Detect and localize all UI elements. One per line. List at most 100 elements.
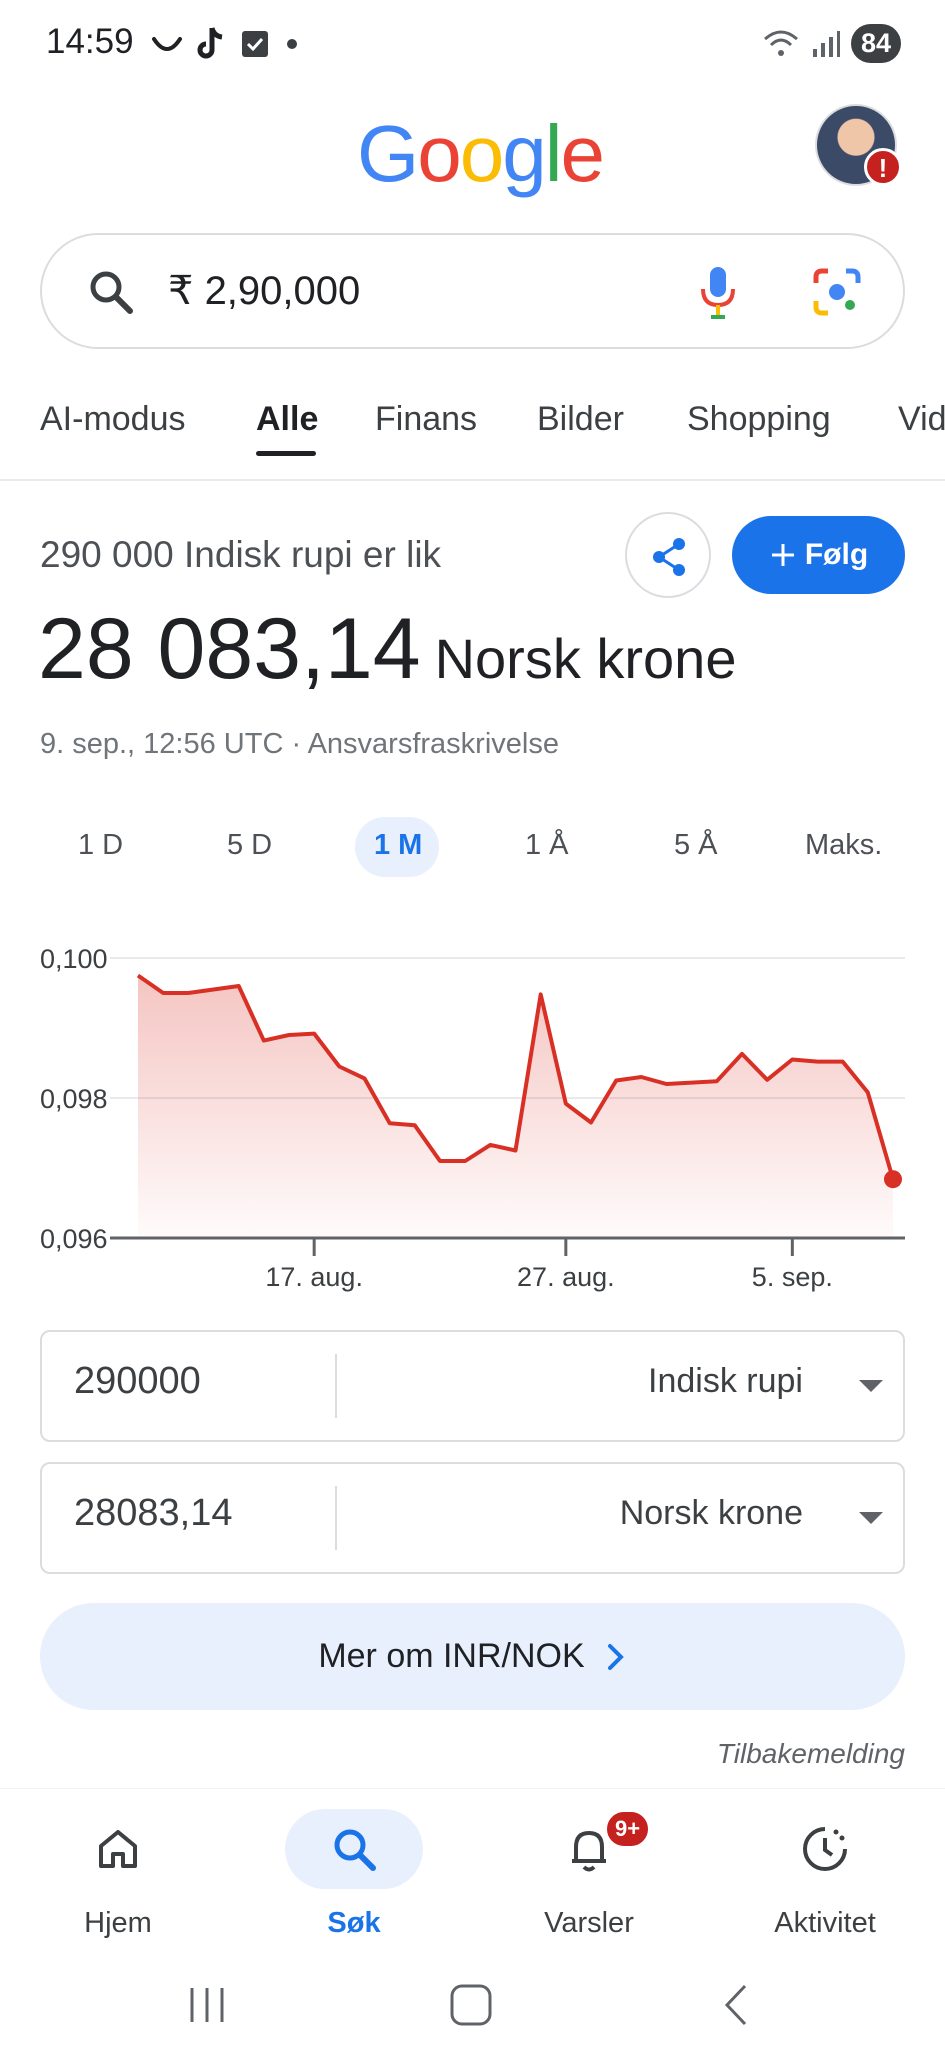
data-point[interactable] bbox=[312, 1032, 316, 1036]
to-currency-select[interactable]: Norsk krone bbox=[620, 1494, 803, 1533]
share-button[interactable] bbox=[625, 512, 711, 598]
follow-button[interactable]: Følg bbox=[732, 516, 905, 594]
mic-icon[interactable] bbox=[698, 265, 738, 321]
nav-search[interactable]: Søk bbox=[254, 1809, 454, 1940]
data-point[interactable] bbox=[262, 1039, 266, 1043]
data-point[interactable] bbox=[438, 1159, 442, 1163]
result-timestamp: 9. sep., 12:56 UTC bbox=[40, 728, 284, 760]
nav-home[interactable]: Hjem bbox=[18, 1809, 218, 1940]
tab-finans[interactable]: Finans bbox=[375, 400, 477, 439]
notification-icons bbox=[150, 26, 302, 62]
tab-ai-modus[interactable]: AI-modus bbox=[40, 400, 186, 439]
tab-bilder[interactable]: Bilder bbox=[537, 400, 624, 439]
to-amount-input[interactable] bbox=[74, 1492, 314, 1535]
plus-icon bbox=[771, 544, 794, 566]
data-point[interactable] bbox=[136, 974, 140, 978]
y-tick-label: 0,098 bbox=[40, 1084, 108, 1114]
data-point[interactable] bbox=[765, 1078, 769, 1082]
data-point[interactable] bbox=[841, 1060, 845, 1064]
chevron-down-icon[interactable] bbox=[859, 1512, 883, 1524]
data-point[interactable] bbox=[488, 1143, 492, 1147]
chevron-down-icon[interactable] bbox=[859, 1380, 883, 1392]
system-navigation bbox=[190, 1984, 747, 2026]
data-point[interactable] bbox=[287, 1033, 291, 1037]
conversion-result: 28 083,14 Norsk krone bbox=[38, 600, 736, 699]
data-point[interactable] bbox=[715, 1079, 719, 1083]
feedback-link[interactable]: Tilbakemelding bbox=[717, 1738, 905, 1770]
data-point[interactable] bbox=[337, 1065, 341, 1069]
alert-icon: ! bbox=[864, 148, 902, 186]
data-point[interactable] bbox=[413, 1123, 417, 1127]
nav-activity[interactable]: Aktivitet bbox=[725, 1809, 925, 1940]
home-button[interactable] bbox=[450, 1984, 492, 2026]
data-point[interactable] bbox=[639, 1075, 643, 1079]
logo-letter: o bbox=[459, 109, 504, 198]
logo-letter: g bbox=[502, 109, 546, 198]
status-time: 14:59 bbox=[46, 22, 134, 61]
chevron-right-icon bbox=[607, 1643, 624, 1670]
result-unit: Norsk krone bbox=[434, 627, 737, 690]
data-point[interactable] bbox=[514, 1149, 518, 1153]
tab-alle[interactable]: Alle bbox=[256, 400, 318, 439]
meta-separator: · bbox=[283, 728, 308, 760]
data-point[interactable] bbox=[161, 991, 165, 995]
system-icons: 84 bbox=[761, 24, 901, 63]
data-point[interactable] bbox=[363, 1076, 367, 1080]
search-bar[interactable] bbox=[40, 233, 905, 349]
disclaimer-link[interactable]: Ansvarsfraskrivelse bbox=[308, 728, 559, 760]
bottom-nav: Hjem Søk 9+ Varsler Aktivitet bbox=[0, 1788, 945, 1958]
converter-to-row: Norsk krone bbox=[40, 1462, 905, 1574]
checkbox-icon bbox=[242, 31, 268, 57]
camera-lens-icon[interactable] bbox=[812, 267, 862, 317]
logo-letter: l bbox=[544, 109, 563, 198]
range-max[interactable]: Maks. bbox=[805, 829, 882, 862]
current-value-dot bbox=[884, 1170, 902, 1189]
x-tick-label: 5. sep. bbox=[752, 1262, 833, 1292]
notification-badge: 9+ bbox=[604, 1809, 652, 1849]
range-5y[interactable]: 5 Å bbox=[674, 829, 718, 862]
data-point[interactable] bbox=[816, 1060, 820, 1064]
tab-shopping[interactable]: Shopping bbox=[687, 400, 831, 439]
home-icon bbox=[99, 1830, 137, 1868]
logo-letter: e bbox=[560, 109, 605, 198]
data-point[interactable] bbox=[212, 988, 216, 992]
back-button[interactable] bbox=[724, 1984, 747, 2026]
google-logo[interactable]: Google bbox=[357, 108, 605, 200]
data-point[interactable] bbox=[186, 991, 190, 995]
search-icon[interactable] bbox=[86, 267, 136, 317]
follow-label: Følg bbox=[804, 538, 869, 571]
data-point[interactable] bbox=[614, 1079, 618, 1083]
exchange-rate-chart[interactable]: 0,100 0,098 0,096 17. aug. 27. aug. 5. sep. bbox=[0, 930, 945, 1300]
data-point[interactable] bbox=[237, 984, 241, 988]
from-currency-select[interactable]: Indisk rupi bbox=[648, 1362, 803, 1401]
search-input[interactable] bbox=[168, 263, 528, 319]
y-tick-label: 0,100 bbox=[40, 944, 108, 974]
data-point[interactable] bbox=[690, 1081, 694, 1085]
range-5d[interactable]: 5 D bbox=[227, 829, 272, 862]
activity-icon bbox=[803, 1827, 847, 1871]
data-point[interactable] bbox=[740, 1052, 744, 1056]
nav-notifications[interactable]: 9+ Varsler bbox=[489, 1809, 689, 1940]
from-amount-input[interactable] bbox=[74, 1360, 314, 1403]
wifi-icon bbox=[763, 30, 798, 56]
logo-letter: o bbox=[417, 109, 461, 198]
tab-videos[interactable]: Vid bbox=[898, 400, 945, 439]
more-about-label: Mer om INR/NOK bbox=[318, 1637, 585, 1675]
range-1m[interactable]: 1 M bbox=[374, 829, 422, 862]
data-point[interactable] bbox=[589, 1121, 593, 1125]
data-point[interactable] bbox=[665, 1082, 669, 1086]
data-point[interactable] bbox=[463, 1159, 467, 1163]
nav-notifications-label: Varsler bbox=[544, 1907, 634, 1939]
data-point[interactable] bbox=[564, 1102, 568, 1106]
more-about-button[interactable]: Mer om INR/NOK bbox=[40, 1603, 905, 1710]
x-tick-label: 27. aug. bbox=[517, 1262, 615, 1292]
converter-from-row: Indisk rupi bbox=[40, 1330, 905, 1442]
range-1y[interactable]: 1 Å bbox=[525, 829, 569, 862]
data-point[interactable] bbox=[866, 1090, 870, 1094]
nav-activity-label: Aktivitet bbox=[774, 1907, 876, 1939]
data-point[interactable] bbox=[539, 992, 543, 996]
recent-apps-button[interactable] bbox=[190, 1988, 224, 2022]
data-point[interactable] bbox=[388, 1121, 392, 1125]
data-point[interactable] bbox=[790, 1058, 794, 1062]
range-1d[interactable]: 1 D bbox=[78, 829, 123, 862]
